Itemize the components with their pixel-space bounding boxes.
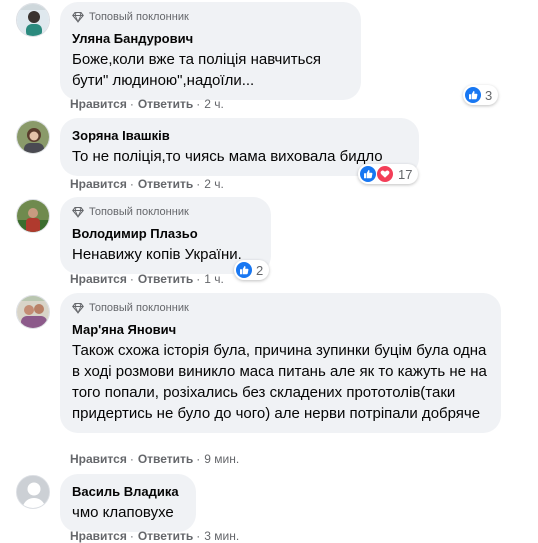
like-link[interactable]: Нравится (70, 272, 127, 286)
timestamp[interactable]: 2 ч. (204, 97, 224, 111)
like-icon (465, 87, 481, 103)
comment-actions: Нравится · Ответить · 9 мин. (70, 452, 239, 466)
timestamp[interactable]: 9 мин. (204, 452, 239, 466)
reaction-count: 17 (398, 166, 413, 182)
reply-link[interactable]: Ответить (138, 452, 193, 466)
comment-text: То не поліція,то чиясь мама виховала бид… (72, 148, 383, 165)
avatar[interactable] (16, 120, 50, 154)
author-name[interactable]: Василь Владика (72, 484, 184, 500)
top-fan-badge: Топовый поклонник (72, 205, 259, 219)
reply-link[interactable]: Ответить (138, 177, 193, 191)
author-name[interactable]: Мар'яна Янович (72, 322, 489, 338)
avatar[interactable] (16, 295, 50, 329)
author-name[interactable]: Зоряна Івашків (72, 128, 407, 144)
author-name[interactable]: Володимир Плазьо (72, 226, 259, 242)
badge-label: Топовый поклонник (89, 302, 189, 314)
like-icon (236, 262, 252, 278)
separator: · (129, 177, 134, 191)
avatar[interactable] (16, 199, 50, 233)
author-name[interactable]: Уляна Бандурович (72, 31, 349, 47)
comment-bubble: Топовый поклонник Уляна Бандурович Боже,… (60, 2, 361, 100)
love-icon (376, 165, 394, 183)
timestamp[interactable]: 1 ч. (204, 272, 224, 286)
reaction-count: 3 (485, 87, 493, 103)
like-link[interactable]: Нравится (70, 97, 127, 111)
separator: · (129, 272, 134, 286)
top-fan-badge: Топовый поклонник (72, 301, 489, 315)
separator: · (196, 529, 201, 543)
timestamp[interactable]: 2 ч. (204, 177, 224, 191)
badge-label: Топовый поклонник (89, 11, 189, 23)
like-link[interactable]: Нравится (70, 452, 127, 466)
separator: · (129, 97, 134, 111)
separator: · (196, 272, 201, 286)
diamond-icon (72, 206, 84, 218)
comment-actions: Нравится · Ответить · 2 ч. (70, 97, 224, 111)
reactions-summary[interactable]: 2 (234, 260, 270, 280)
like-icon (360, 166, 376, 182)
badge-label: Топовый поклонник (89, 206, 189, 218)
separator: · (129, 452, 134, 466)
comment-text: чмо клаповухе (72, 504, 174, 521)
like-link[interactable]: Нравится (70, 529, 127, 543)
reply-link[interactable]: Ответить (138, 97, 193, 111)
reply-link[interactable]: Ответить (138, 529, 193, 543)
default-avatar-icon (17, 476, 49, 508)
top-fan-badge: Топовый поклонник (72, 10, 349, 24)
separator: · (129, 529, 134, 543)
comment-text: Боже,коли вже та поліція навчиться бути"… (72, 51, 322, 89)
diamond-icon (72, 302, 84, 314)
separator: · (196, 97, 201, 111)
comment-bubble: Топовый поклонник Мар'яна Янович Також с… (60, 293, 501, 433)
reply-link[interactable]: Ответить (138, 272, 193, 286)
comment-actions: Нравится · Ответить · 3 мин. (70, 529, 239, 543)
reactions-summary[interactable]: 17 (358, 164, 419, 184)
separator: · (196, 177, 201, 191)
separator: · (196, 452, 201, 466)
diamond-icon (72, 11, 84, 23)
comment-text: Ненавижу копів України. (72, 246, 242, 263)
comment-bubble: Василь Владика чмо клаповухе (60, 474, 196, 532)
comment-text: Також схожа історія була, причина зупинк… (72, 342, 487, 422)
comment-actions: Нравится · Ответить · 1 ч. (70, 272, 224, 286)
reaction-count: 2 (256, 262, 264, 278)
avatar[interactable] (16, 475, 50, 509)
like-link[interactable]: Нравится (70, 177, 127, 191)
avatar[interactable] (16, 3, 50, 37)
reactions-summary[interactable]: 3 (463, 85, 499, 105)
timestamp[interactable]: 3 мин. (204, 529, 239, 543)
comment-actions: Нравится · Ответить · 2 ч. (70, 177, 224, 191)
